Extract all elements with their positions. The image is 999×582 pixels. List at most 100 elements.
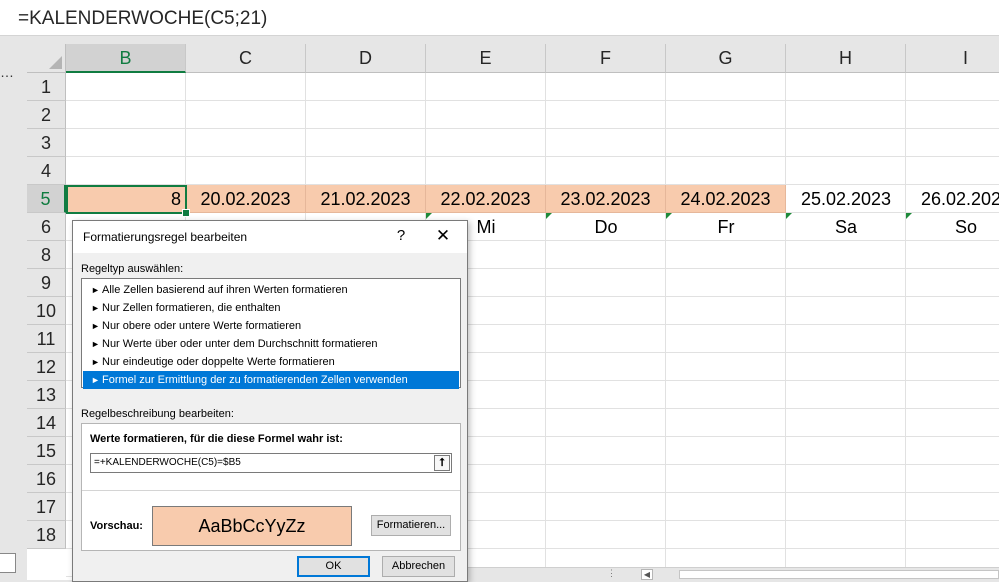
row-header-13[interactable]: 13 (27, 381, 66, 409)
arrow-right-icon: ► (91, 321, 100, 331)
horizontal-scrollbar[interactable]: ⋮ ◀ (467, 567, 999, 580)
row-header-6[interactable]: 6 (27, 213, 66, 241)
row-header-15[interactable]: 15 (27, 437, 66, 465)
help-icon[interactable]: ? (393, 225, 409, 247)
rule-type-item[interactable]: ► Nur Zellen formatieren, die enthalten (83, 299, 460, 317)
rule-description-panel: Werte formatieren, für die diese Formel … (81, 423, 461, 551)
cell-h6[interactable]: Sa (786, 213, 906, 241)
cancel-button[interactable]: Abbrechen (382, 556, 455, 577)
rule-type-label: Regeltyp auswählen: (81, 263, 184, 275)
cell-f5-value: 23.02.2023 (560, 189, 651, 209)
cell-h6-value: Sa (834, 217, 858, 237)
row-header-10[interactable]: 10 (27, 297, 66, 325)
row-header-1[interactable]: 1 (27, 73, 66, 101)
row-header-17[interactable]: 17 (27, 493, 66, 521)
row-header-4[interactable]: 4 (27, 157, 66, 185)
cell-d5-value: 21.02.2023 (320, 189, 411, 209)
rule-type-label-text: Nur eindeutige oder doppelte Werte forma… (102, 356, 335, 368)
rule-description-label: Regelbeschreibung bearbeiten: (81, 408, 234, 420)
cell-h5-value: 25.02.2023 (800, 189, 892, 209)
scroll-split-handle[interactable]: ⋮ (607, 568, 617, 579)
cell-e5-value: 22.02.2023 (440, 189, 531, 209)
arrow-right-icon: ► (91, 339, 100, 349)
rule-type-label-text: Formel zur Ermittlung der zu formatieren… (102, 374, 408, 386)
row-header-18[interactable]: 18 (27, 521, 66, 549)
cell-e6-value: Mi (476, 217, 496, 237)
scroll-left-icon[interactable]: ◀ (641, 569, 653, 580)
arrow-right-icon: ► (91, 303, 100, 313)
row-header-11[interactable]: 11 (27, 325, 66, 353)
formula-text[interactable]: =KALENDERWOCHE(C5;21) (18, 8, 267, 30)
rule-type-list[interactable]: ► Alle Zellen basierend auf ihren Werten … (81, 278, 461, 389)
row-header-12[interactable]: 12 (27, 353, 66, 381)
preview-label: Vorschau: (90, 520, 143, 532)
row-header-3[interactable]: 3 (27, 129, 66, 157)
formula-input[interactable]: =+KALENDERWOCHE(C5)=$B5 ⭡ (90, 453, 452, 473)
divider (82, 490, 460, 491)
corner-triangle-icon (49, 56, 62, 69)
dialog-title: Formatierungsregel bearbeiten (83, 230, 248, 244)
column-header-h[interactable]: H (786, 44, 906, 73)
preview-box: AaBbCcYyZz (152, 506, 352, 546)
row-header-5[interactable]: 5 (27, 185, 66, 213)
column-header-d[interactable]: D (306, 44, 426, 73)
left-panel-box[interactable] (0, 553, 16, 573)
arrow-right-icon: ► (91, 357, 100, 367)
rule-type-item[interactable]: ► Nur Werte über oder unter dem Durchschn… (83, 335, 460, 353)
error-indicator-icon (786, 213, 792, 219)
row-header-8[interactable]: 8 (27, 241, 66, 269)
cell-c5[interactable]: 20.02.2023 (186, 185, 306, 213)
cell-g5[interactable]: 24.02.2023 (666, 185, 786, 213)
rule-type-label-text: Nur Werte über oder unter dem Durchschni… (102, 338, 378, 350)
rule-type-item[interactable]: ► Alle Zellen basierend auf ihren Werten … (83, 281, 460, 299)
cell-f6[interactable]: Do (546, 213, 666, 241)
left-panel-strip (0, 37, 27, 580)
cell-d5[interactable]: 21.02.2023 (306, 185, 426, 213)
scroll-thumb[interactable] (679, 570, 999, 579)
ok-button[interactable]: OK (297, 556, 370, 577)
column-header-g[interactable]: G (666, 44, 786, 73)
column-header-f[interactable]: F (546, 44, 666, 73)
error-indicator-icon (906, 213, 912, 219)
cell-i5-value: 26.02.2023 (920, 189, 999, 209)
active-cell-border (66, 185, 187, 214)
arrow-right-icon: ► (91, 285, 100, 295)
formula-input-value: =+KALENDERWOCHE(C5)=$B5 (94, 457, 241, 468)
column-header-b[interactable]: B (66, 44, 186, 73)
column-header-c[interactable]: C (186, 44, 306, 73)
formula-bar[interactable]: =KALENDERWOCHE(C5;21) (0, 0, 999, 36)
formula-label: Werte formatieren, für die diese Formel … (90, 433, 343, 445)
rule-type-label-text: Alle Zellen basierend auf ihren Werten f… (102, 284, 348, 296)
format-button[interactable]: Formatieren... (371, 515, 451, 536)
dialog-titlebar: Formatierungsregel bearbeiten ? ✕ (73, 221, 467, 253)
rule-type-item[interactable]: ► Nur eindeutige oder doppelte Werte form… (83, 353, 460, 371)
cell-i5[interactable]: 26.02.2023 (906, 185, 999, 213)
row-header-16[interactable]: 16 (27, 465, 66, 493)
close-icon[interactable]: ✕ (431, 225, 455, 247)
error-indicator-icon (666, 213, 672, 219)
rule-type-item[interactable]: ► Formel zur Ermittlung der zu formatiere… (83, 371, 459, 389)
collapse-dialog-icon[interactable]: ⭡ (434, 455, 450, 471)
column-header-i[interactable]: I (906, 44, 999, 73)
row-header-2[interactable]: 2 (27, 101, 66, 129)
select-all-corner[interactable] (27, 44, 66, 73)
cell-g6-value: Fr (717, 217, 735, 237)
cell-h5[interactable]: 25.02.2023 (786, 185, 906, 213)
row-header-14[interactable]: 14 (27, 409, 66, 437)
error-indicator-icon (426, 213, 432, 219)
cell-f6-value: Do (594, 217, 618, 237)
cell-g6[interactable]: Fr (666, 213, 786, 241)
error-indicator-icon (546, 213, 552, 219)
arrow-right-icon: ► (91, 375, 100, 385)
fill-handle[interactable] (182, 209, 190, 217)
cell-i6[interactable]: So (906, 213, 999, 241)
rule-type-item[interactable]: ► Nur obere oder untere Werte formatieren (83, 317, 460, 335)
rule-type-label-text: Nur Zellen formatieren, die enthalten (102, 302, 281, 314)
column-header-e[interactable]: E (426, 44, 546, 73)
rule-type-label-text: Nur obere oder untere Werte formatieren (102, 320, 302, 332)
cell-f5[interactable]: 23.02.2023 (546, 185, 666, 213)
cell-i6-value: So (954, 217, 978, 237)
row-header-9[interactable]: 9 (27, 269, 66, 297)
cell-c5-value: 20.02.2023 (200, 189, 291, 209)
cell-e5[interactable]: 22.02.2023 (426, 185, 546, 213)
